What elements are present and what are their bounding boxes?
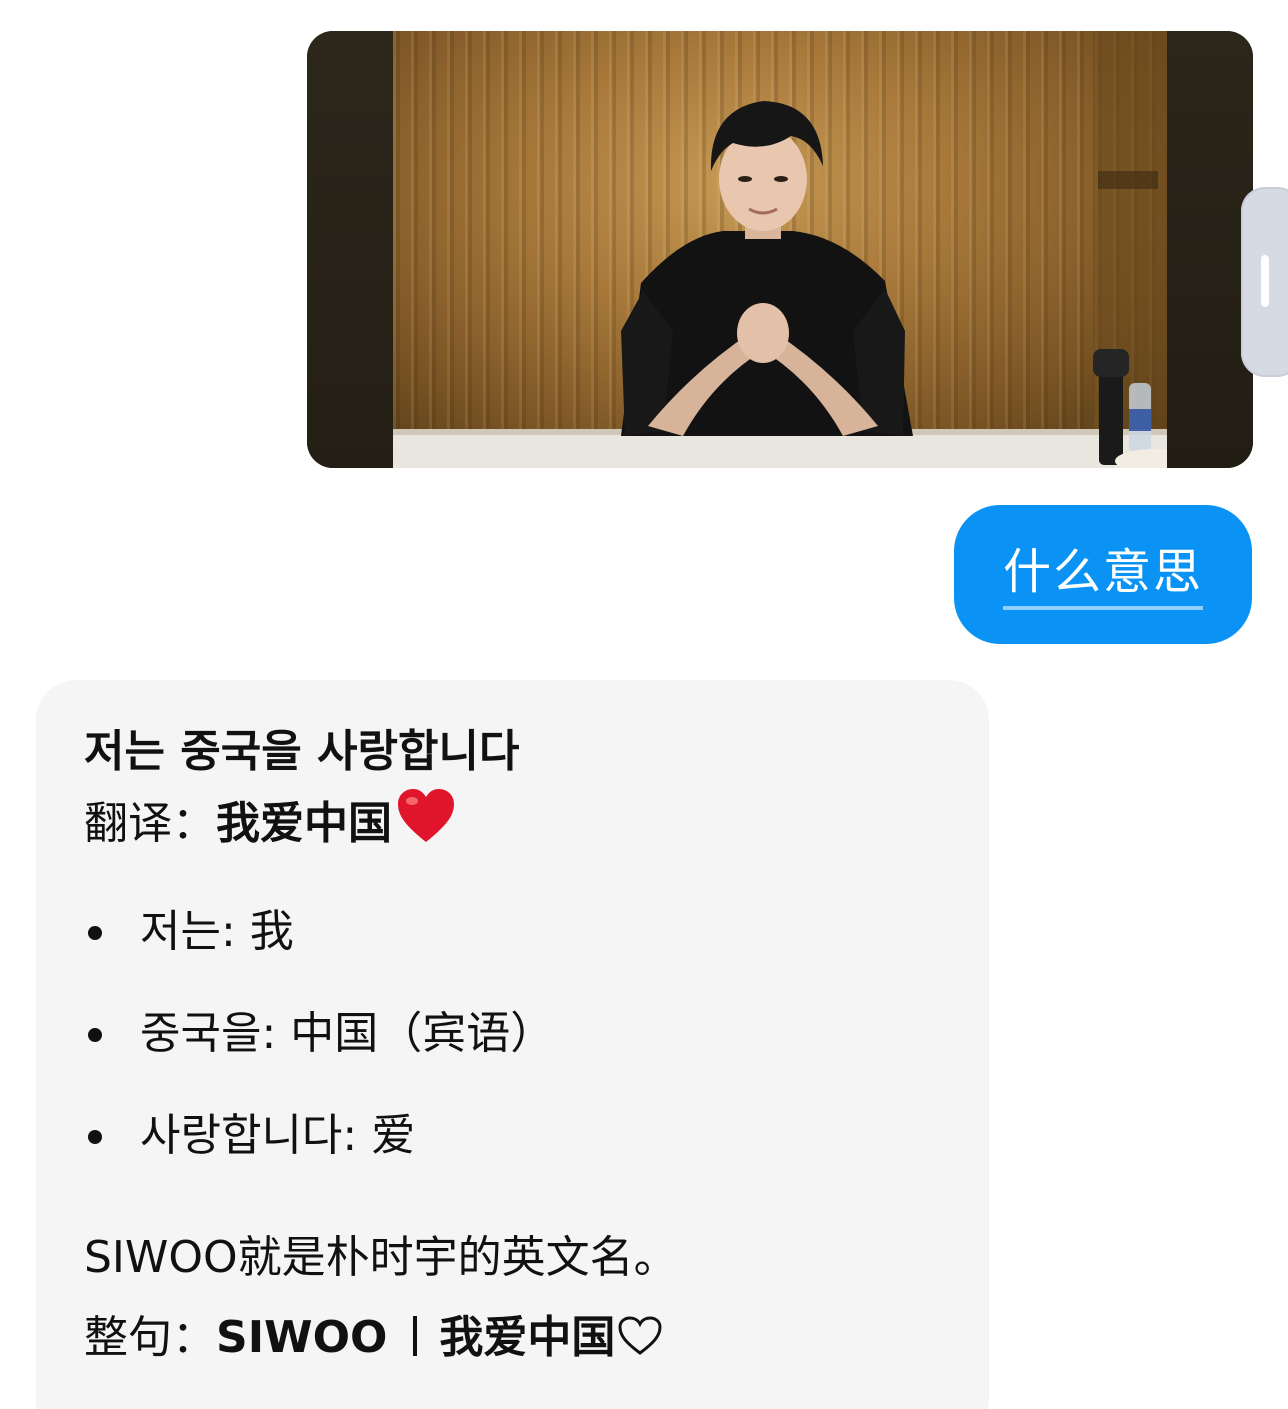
outline-heart-icon	[617, 1302, 663, 1382]
bullet-meaning: 中国（宾语）	[290, 1008, 555, 1059]
scroll-handle[interactable]	[1241, 187, 1288, 377]
list-item: 중국을: 中国（宾语）	[84, 1002, 964, 1104]
bullet-icon	[88, 1130, 102, 1144]
bullet-term: 중국을:	[140, 1008, 277, 1059]
photo-letterbox-left	[307, 31, 393, 468]
translation-line: 翻译：我爱中国	[84, 788, 964, 866]
photo-illustration	[393, 31, 1167, 468]
bullet-term: 저는:	[140, 906, 236, 957]
translation-value: 我爱中国	[216, 798, 392, 849]
word-breakdown-list: 저는: 我 중국을: 中国（宾语） 사랑합니다: 爱	[84, 900, 964, 1206]
chat-screen: 什么意思 저는 중국을 사랑합니다 翻译：我爱中国 저는: 我 중국을: 中国（…	[0, 0, 1288, 1409]
list-item: 저는: 我	[84, 900, 964, 1002]
red-heart-icon	[396, 788, 456, 866]
full-sentence-line: 整句：SIWOO 我爱中国	[84, 1298, 964, 1382]
scroll-grip-icon	[1261, 255, 1269, 307]
bullet-icon	[88, 926, 102, 940]
reply-heading: 저는 중국을 사랑합니다	[84, 726, 520, 777]
image-message[interactable]	[307, 31, 1253, 468]
divider	[413, 1316, 418, 1356]
bullet-meaning: 我	[249, 906, 294, 957]
assistant-reply-content: 저는 중국을 사랑합니다 翻译：我爱中国 저는: 我 중국을: 中国（宾语） 사…	[84, 716, 964, 1382]
bullet-meaning: 爱	[371, 1110, 416, 1161]
full-sentence-name: SIWOO	[216, 1312, 388, 1363]
user-message-text[interactable]: 什么意思	[1002, 548, 1203, 610]
bullet-term: 사랑합니다:	[140, 1110, 358, 1161]
reply-note: SIWOO就是朴时宇的英文名。	[84, 1232, 678, 1283]
full-sentence-phrase: 我爱中国	[439, 1312, 616, 1363]
user-message-bubble[interactable]: 什么意思	[954, 505, 1252, 644]
full-sentence-label: 整句：	[84, 1312, 216, 1363]
bullet-icon	[88, 1028, 102, 1042]
list-item: 사랑합니다: 爱	[84, 1104, 964, 1206]
photo[interactable]	[393, 31, 1167, 468]
translation-label: 翻译：	[84, 798, 216, 849]
